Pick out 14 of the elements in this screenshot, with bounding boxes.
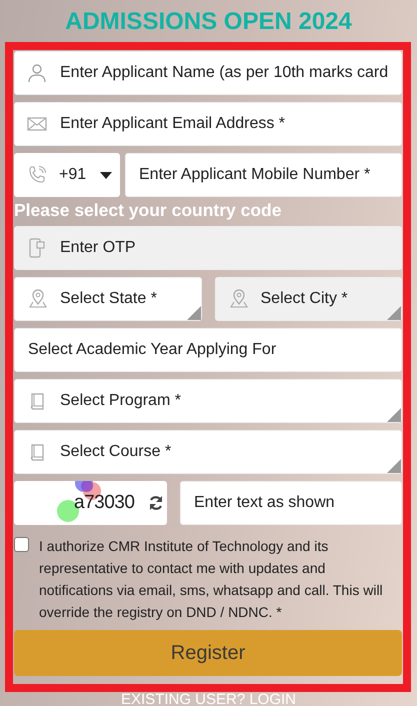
country-code-dropdown[interactable]: +91 [14,153,120,197]
page-title: ADMISSIONS OPEN 2024 [64,7,353,37]
country-code-hint: Please select your country code [14,199,282,221]
captcha-text: a73030 [74,492,134,514]
select-dropdown[interactable]: Select Academic Year Applying For [14,328,402,372]
location-dropdown[interactable]: Select State * [14,277,202,321]
select-dropdown[interactable]: Select Program * [14,379,402,423]
name-field[interactable]: Enter Applicant Name (as per 10th marks card [14,51,402,95]
consent-text: I authorize CMR Institute of Technology and its representative to contact me with updates and notifications via email, sms, whatsapp and call. This will override the registry on DND / NDNC. * [39,537,384,622]
email-field[interactable]: Enter Applicant Email Address * [14,102,402,146]
select-dropdown[interactable]: Select Course * [14,430,402,474]
register-button[interactable]: Register [14,630,402,676]
mobile-number-field[interactable]: Enter Applicant Mobile Number * [125,153,402,197]
captcha-input-field[interactable]: Enter text as shown [180,481,402,525]
